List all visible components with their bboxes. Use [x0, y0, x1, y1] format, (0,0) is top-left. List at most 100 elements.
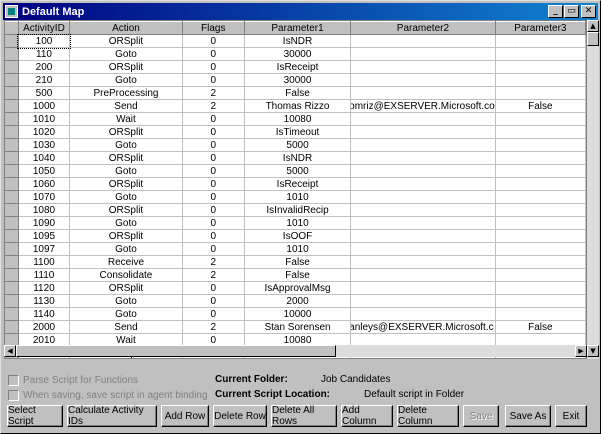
grid-cell[interactable]: 1010 [18, 112, 71, 126]
table-row[interactable]: 1020 ORSplit 0 IsTimeout [5, 125, 586, 139]
save-as-button[interactable]: Save As [505, 405, 551, 427]
grid-cell[interactable] [495, 255, 586, 269]
grid-cell[interactable] [350, 125, 496, 139]
grid-cell[interactable]: 5000 [244, 164, 352, 178]
row-header[interactable] [5, 177, 19, 191]
grid-cell[interactable]: Goto [69, 73, 183, 87]
grid-cell[interactable] [350, 73, 496, 87]
close-button[interactable]: ✕ [581, 5, 596, 18]
grid-cell[interactable] [350, 255, 496, 269]
parse-script-option[interactable]: Parse Script for Functions [8, 375, 138, 386]
minimize-button[interactable]: _ [548, 5, 563, 18]
grid-cell[interactable]: 0 [182, 242, 245, 256]
table-row[interactable]: 1000 Send 2 Thomas Rizzo omriz@EXSERVER.Micr… [5, 99, 586, 113]
grid-cell[interactable]: 1030 [18, 138, 71, 152]
delete-column-button[interactable]: Delete Column [397, 405, 459, 427]
grid-cell[interactable]: False [244, 86, 352, 100]
grid-cell[interactable] [350, 281, 496, 295]
grid-cell[interactable] [495, 307, 586, 321]
parse-script-checkbox[interactable] [8, 375, 19, 386]
grid-cell[interactable]: omriz@EXSERVER.Microsoft.co [350, 99, 496, 113]
grid-cell[interactable]: IsReceipt [244, 60, 352, 74]
table-row[interactable]: 1090 Goto 0 1010 [5, 216, 586, 230]
grid-cell[interactable] [495, 138, 586, 152]
grid-cell[interactable]: 1097 [18, 242, 71, 256]
grid-cell[interactable]: 0 [182, 281, 245, 295]
table-row[interactable]: 1040 ORSplit 0 IsNDR [5, 151, 586, 165]
grid-cell[interactable] [350, 34, 496, 48]
table-row[interactable]: 1080 ORSplit 0 IsInvalidRecip [5, 203, 586, 217]
grid-cell[interactable]: Goto [69, 190, 183, 204]
grid-cell[interactable]: 200 [18, 60, 71, 74]
grid-cell[interactable] [495, 125, 586, 139]
grid-cell[interactable]: False [244, 255, 352, 269]
grid-cell[interactable]: ORSplit [69, 229, 183, 243]
grid-cell[interactable]: 1060 [18, 177, 71, 191]
grid-cell[interactable]: IsNDR [244, 151, 352, 165]
grid-cell[interactable] [350, 242, 496, 256]
exit-button[interactable]: Exit [555, 405, 587, 427]
delete-all-rows-button[interactable]: Delete All Rows [271, 405, 337, 427]
grid-cell[interactable]: PreProcessing [69, 86, 183, 100]
row-header[interactable] [5, 34, 19, 48]
grid-cell[interactable]: 2 [182, 268, 245, 282]
grid-cell[interactable]: 10000 [244, 307, 352, 321]
row-header[interactable] [5, 86, 19, 100]
table-row[interactable]: 2000 Send 2 Stan Sorensen anleys@EXSERVER.Mi… [5, 320, 586, 334]
grid-cell[interactable]: 0 [182, 190, 245, 204]
grid-cell[interactable]: 1020 [18, 125, 71, 139]
row-header[interactable] [5, 60, 19, 74]
grid-cell[interactable]: IsInvalidRecip [244, 203, 352, 217]
grid-cell[interactable]: Goto [69, 164, 183, 178]
row-header[interactable] [5, 190, 19, 204]
horizontal-scrollbar[interactable]: ◀ ▶ [4, 345, 587, 357]
grid-cell[interactable]: Wait [69, 112, 183, 126]
grid-cell[interactable] [495, 242, 586, 256]
grid-cell[interactable]: 1010 [244, 190, 352, 204]
grid-cell[interactable]: 0 [182, 112, 245, 126]
table-row[interactable]: 1120 ORSplit 0 IsApprovalMsg [5, 281, 586, 295]
add-column-button[interactable]: Add Column [341, 405, 393, 427]
select-script-button[interactable]: Select Script [7, 405, 63, 427]
app-icon[interactable] [5, 5, 18, 18]
grid-cell[interactable]: 0 [182, 34, 245, 48]
grid-cell[interactable]: Goto [69, 216, 183, 230]
grid-cell[interactable]: 0 [182, 60, 245, 74]
table-row[interactable]: 1010 Wait 0 10080 [5, 112, 586, 126]
grid-cell[interactable]: 1110 [18, 268, 71, 282]
table-row[interactable]: 1060 ORSplit 0 IsReceipt [5, 177, 586, 191]
row-header[interactable] [5, 47, 19, 61]
grid-cell[interactable]: IsReceipt [244, 177, 352, 191]
grid-cell[interactable] [350, 177, 496, 191]
row-header[interactable] [5, 229, 19, 243]
table-row[interactable]: 1140 Goto 0 10000 [5, 307, 586, 321]
grid-cell[interactable]: 0 [182, 177, 245, 191]
grid-cell[interactable]: 1010 [244, 216, 352, 230]
title-bar[interactable]: Default Map _ ▭ ✕ [3, 3, 598, 20]
grid-cell[interactable]: False [244, 268, 352, 282]
table-row[interactable]: 1070 Goto 0 1010 [5, 190, 586, 204]
table-row[interactable]: 1130 Goto 0 2000 [5, 294, 586, 308]
grid-cell[interactable] [495, 151, 586, 165]
grid-cell[interactable]: 1050 [18, 164, 71, 178]
grid-cell[interactable] [350, 60, 496, 74]
grid-cell[interactable] [495, 73, 586, 87]
grid-cell[interactable] [495, 86, 586, 100]
grid-cell[interactable]: 1000 [18, 99, 71, 113]
grid-cell[interactable]: 1120 [18, 281, 71, 295]
grid-cell[interactable] [350, 190, 496, 204]
grid-cell[interactable]: ORSplit [69, 203, 183, 217]
grid-cell[interactable]: ORSplit [69, 125, 183, 139]
grid-cell[interactable] [495, 112, 586, 126]
grid-cell[interactable]: 110 [18, 47, 71, 61]
row-header[interactable] [5, 216, 19, 230]
grid-cell[interactable]: 2000 [244, 294, 352, 308]
grid-cell[interactable]: 0 [182, 307, 245, 321]
grid-cell[interactable]: 1100 [18, 255, 71, 269]
row-header[interactable] [5, 203, 19, 217]
grid-cell[interactable] [495, 268, 586, 282]
table-row[interactable]: 1100 Receive 2 False [5, 255, 586, 269]
grid-cell[interactable] [350, 112, 496, 126]
grid-cell[interactable] [350, 216, 496, 230]
row-header[interactable] [5, 242, 19, 256]
